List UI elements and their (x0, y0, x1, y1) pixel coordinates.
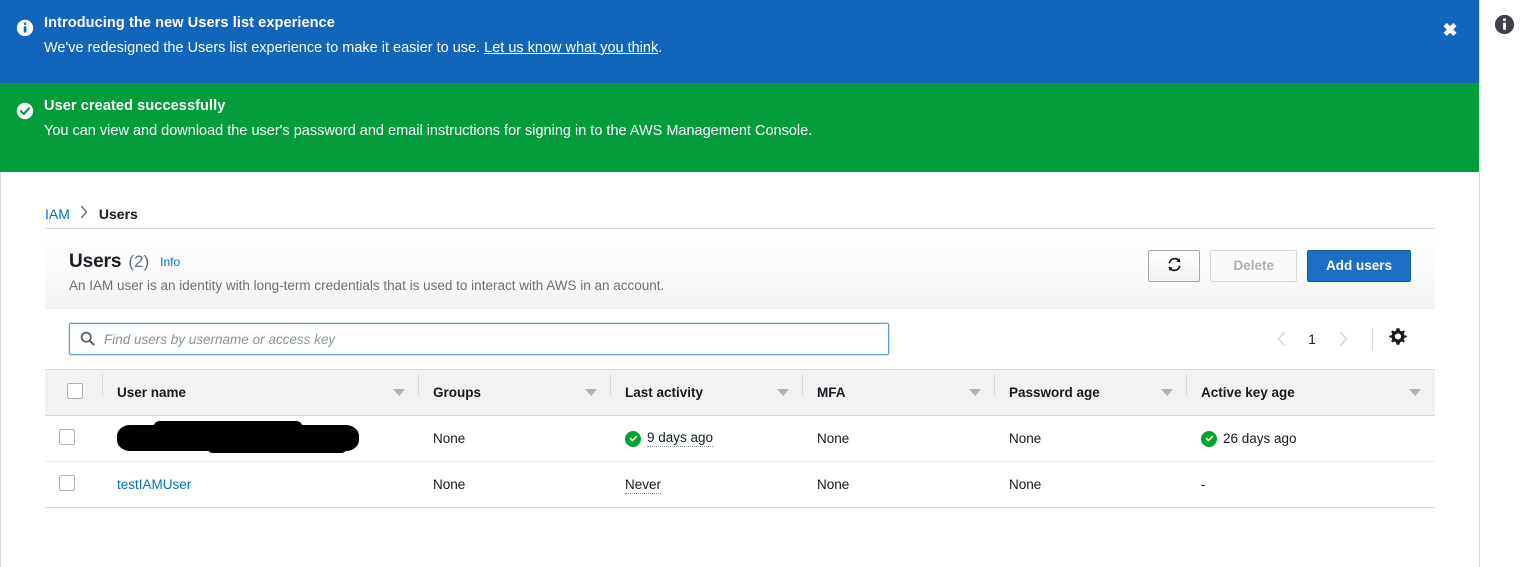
row-select-cell (45, 461, 103, 508)
column-last-activity-label: Last activity (625, 385, 704, 400)
row-checkbox[interactable] (59, 475, 75, 491)
users-table-head: User name Groups Last activity MFA Passw… (45, 369, 1435, 416)
sort-active-key-age-icon[interactable] (1409, 389, 1421, 396)
cell-user-name (103, 415, 419, 462)
info-banner-message: We've redesigned the Users list experien… (44, 39, 1219, 57)
info-circle-icon (16, 19, 34, 37)
main-content: IAM Users Users (2) Info An IAM user is … (0, 172, 1479, 567)
sort-user-name-icon[interactable] (393, 389, 405, 396)
breadcrumb: IAM Users (1, 172, 1479, 228)
user-name-link[interactable]: testIAMUser (117, 477, 191, 492)
chevron-right-icon (80, 205, 89, 223)
right-rail (1479, 0, 1527, 567)
column-user-name-label: User name (117, 385, 187, 400)
info-banner-body: Introducing the new Users list experienc… (0, 14, 1479, 57)
users-count: (2) (128, 252, 150, 271)
sort-last-activity-icon[interactable] (777, 389, 789, 396)
users-table-body: None 9 days ago None None 26 days ago te… (45, 415, 1435, 508)
next-page-button[interactable] (1326, 323, 1360, 355)
previous-page-button[interactable] (1264, 323, 1298, 355)
users-panel-header: Users (2) Info An IAM user is an identit… (45, 229, 1435, 309)
page-number-1[interactable]: 1 (1298, 332, 1326, 347)
check-circle-icon (16, 102, 34, 120)
table-row: None 9 days ago None None 26 days ago (45, 415, 1435, 462)
info-banner-title: Introducing the new Users list experienc… (44, 15, 335, 31)
info-link[interactable]: Info (160, 255, 180, 269)
active-key-age-value: 26 days ago (1223, 431, 1297, 446)
column-user-name: User name (102, 369, 419, 416)
cell-mfa: None (803, 415, 995, 462)
status-ok-icon (625, 430, 641, 447)
cell-active-key-age: 26 days ago (1187, 415, 1435, 462)
feedback-link[interactable]: Let us know what you think (484, 40, 658, 56)
cell-last-activity: 9 days ago (611, 415, 803, 462)
page-title: Users (69, 251, 122, 272)
success-banner-message: You can view and download the user's pas… (44, 123, 813, 139)
users-table: User name Groups Last activity MFA Passw… (45, 369, 1435, 508)
column-active-key-age-label: Active key age (1201, 385, 1295, 400)
column-groups-label: Groups (433, 385, 482, 400)
row-checkbox[interactable] (59, 429, 75, 445)
cell-user-name: testIAMUser (103, 461, 419, 508)
row-select-cell (45, 415, 103, 462)
cell-groups: None (419, 415, 611, 462)
info-banner-message-prefix: We've redesigned the Users list experien… (44, 40, 485, 56)
info-banner: Introducing the new Users list experienc… (0, 0, 1479, 83)
users-panel: Users (2) Info An IAM user is an identit… (45, 228, 1435, 508)
column-password-age: Password age (994, 369, 1187, 416)
breadcrumb-item-users: Users (98, 206, 138, 222)
cell-groups: None (419, 461, 611, 508)
table-settings-button[interactable] (1385, 326, 1411, 352)
search-wrapper (68, 322, 890, 356)
success-banner-body: User created successfully You can view a… (0, 97, 1479, 140)
info-banner-message-suffix: . (658, 40, 663, 56)
pagination-divider (1372, 328, 1373, 350)
users-panel-actions: Delete Add users (1148, 250, 1411, 282)
search-input[interactable] (68, 322, 890, 356)
redacted-user-name (117, 421, 359, 453)
select-all-checkbox[interactable] (67, 383, 83, 399)
success-banner: User created successfully You can view a… (0, 83, 1479, 221)
cell-last-activity: Never (611, 461, 803, 508)
info-circle-icon[interactable] (1494, 14, 1515, 35)
users-filter-row: 1 (45, 309, 1435, 369)
column-mfa-label: MFA (817, 385, 846, 400)
add-users-button[interactable]: Add users (1306, 250, 1411, 282)
column-password-age-label: Password age (1009, 385, 1100, 400)
pagination: 1 (1264, 323, 1411, 355)
sort-groups-icon[interactable] (585, 389, 597, 396)
cell-password-age: None (995, 415, 1187, 462)
close-info-banner-button[interactable]: ✖ (1437, 17, 1463, 43)
sort-mfa-icon[interactable] (969, 389, 981, 396)
last-activity-value: 9 days ago (647, 430, 714, 447)
column-groups: Groups (418, 369, 611, 416)
table-row: testIAMUser None Never None None - (45, 461, 1435, 508)
column-select-all (45, 369, 103, 416)
cell-active-key-age: - (1187, 461, 1435, 508)
column-last-activity: Last activity (610, 369, 803, 416)
column-active-key-age: Active key age (1186, 369, 1435, 416)
gear-icon (1388, 327, 1408, 352)
aws-iam-users-page: Introducing the new Users list experienc… (0, 0, 1527, 567)
success-banner-title: User created successfully (44, 98, 226, 114)
delete-button[interactable]: Delete (1210, 250, 1297, 282)
refresh-icon (1166, 256, 1183, 277)
refresh-button[interactable] (1148, 250, 1201, 282)
table-header-row: User name Groups Last activity MFA Passw… (45, 369, 1435, 416)
column-mfa: MFA (802, 369, 995, 416)
cell-mfa: None (803, 461, 995, 508)
last-activity-value: Never (625, 477, 662, 494)
sort-password-age-icon[interactable] (1161, 389, 1173, 396)
breadcrumb-item-iam[interactable]: IAM (45, 206, 70, 222)
status-ok-icon (1201, 430, 1217, 447)
cell-password-age: None (995, 461, 1187, 508)
